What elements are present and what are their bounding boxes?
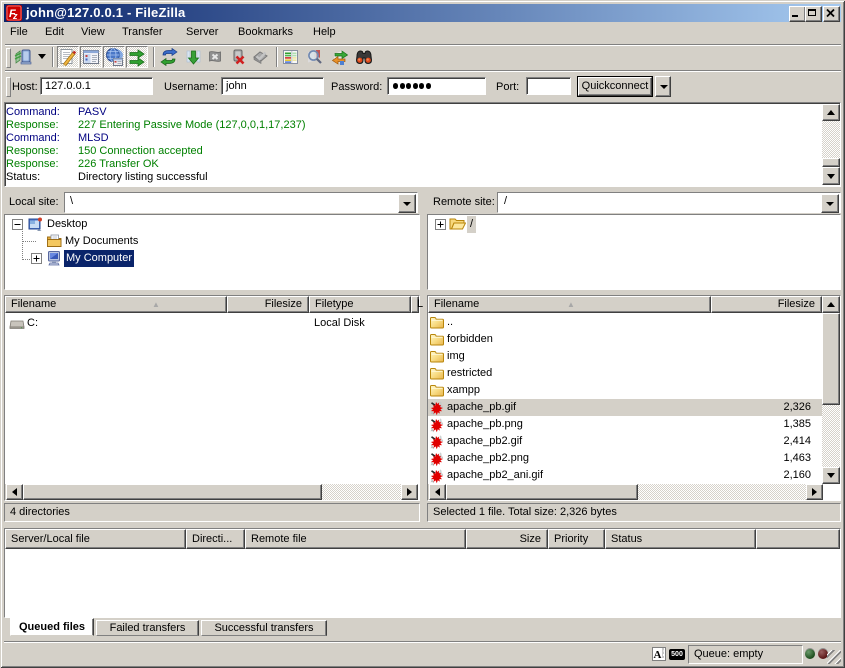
svg-text:z: z [12, 11, 18, 21]
svg-text:A: A [654, 649, 662, 661]
